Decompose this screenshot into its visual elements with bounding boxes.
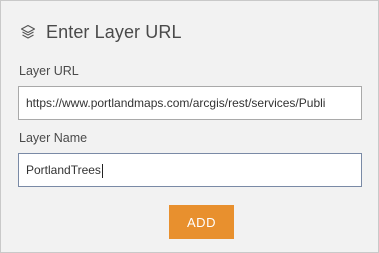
- enter-layer-url-panel: Enter Layer URL Layer URL https://www.po…: [0, 0, 379, 253]
- add-button[interactable]: ADD: [169, 205, 234, 239]
- panel-title: Enter Layer URL: [46, 21, 182, 42]
- layer-url-label: Layer URL: [19, 64, 79, 78]
- layer-name-value: PortlandTrees: [26, 163, 101, 177]
- layer-url-input[interactable]: https://www.portlandmaps.com/arcgis/rest…: [18, 86, 362, 120]
- layer-url-value: https://www.portlandmaps.com/arcgis/rest…: [26, 96, 326, 110]
- layer-name-label: Layer Name: [19, 131, 88, 145]
- layer-name-input[interactable]: PortlandTrees: [18, 153, 362, 187]
- layers-icon: [18, 22, 38, 42]
- panel-header: Enter Layer URL: [18, 19, 182, 45]
- text-cursor: [101, 163, 103, 178]
